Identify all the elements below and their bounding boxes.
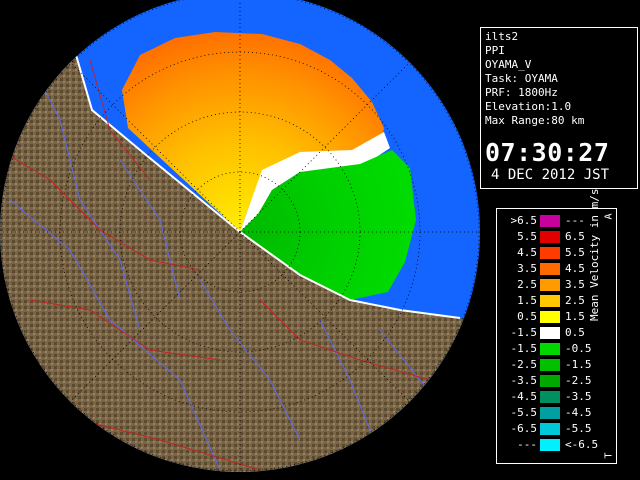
scan-mode: PPI <box>485 44 505 57</box>
legend-swatch <box>540 359 560 371</box>
legend-swatch <box>540 423 560 435</box>
legend-high-value: -2.5 <box>565 374 592 387</box>
legend-high-value: --- <box>565 214 585 227</box>
legend-low-value: -1.5 <box>510 342 538 355</box>
legend-high-value: -1.5 <box>565 358 592 371</box>
legend-low-value: 4.5 <box>517 246 537 259</box>
legend-swatch <box>540 327 560 339</box>
legend-swatch <box>540 279 560 291</box>
legend-high-value: -4.5 <box>565 406 592 419</box>
legend-low-value: -5.5 <box>510 406 538 419</box>
legend-low-value: 0.5 <box>517 310 537 323</box>
legend-high-value: 3.5 <box>565 278 585 291</box>
legend-top-marker: A <box>603 213 615 220</box>
legend-swatch <box>540 215 560 227</box>
legend-low-value: --- <box>517 438 537 451</box>
legend-low-value: 3.5 <box>517 262 537 275</box>
legend-high-value: 5.5 <box>565 246 585 259</box>
legend-low-value: 5.5 <box>517 230 537 243</box>
legend-high-value: 6.5 <box>565 230 585 243</box>
legend-swatch <box>540 247 560 259</box>
legend-swatch <box>540 391 560 403</box>
legend-swatch <box>540 375 560 387</box>
velocity-legend: >6.5 --- 5.5 6.5 4.5 5.5 3.5 4.5 2.5 3.5 1.5 2.5 0.5… <box>496 189 617 464</box>
legend-bottom-marker: T <box>603 452 615 459</box>
legend-high-value: 1.5 <box>565 310 585 323</box>
legend-high-value: -3.5 <box>565 390 592 403</box>
legend-high-value: 0.5 <box>565 326 585 339</box>
legend-low-value: >6.5 <box>510 214 538 227</box>
legend-high-value: -5.5 <box>565 422 592 435</box>
legend-swatch <box>540 231 560 243</box>
legend-high-value: 4.5 <box>565 262 585 275</box>
legend-low-value: -2.5 <box>510 358 538 371</box>
legend-low-value: -6.5 <box>510 422 538 435</box>
legend-low-value: -4.5 <box>510 390 538 403</box>
legend-low-value: 2.5 <box>517 278 537 291</box>
legend-low-value: -1.5 <box>510 326 538 339</box>
legend-swatch <box>540 295 560 307</box>
legend-low-value: -3.5 <box>510 374 538 387</box>
product-name: OYAMA_V <box>485 58 532 71</box>
scan-info-panel: ilts2 PPI OYAMA_V Task: OYAMA PRF: 1800H… <box>480 27 638 189</box>
radar-id: ilts2 <box>485 30 519 43</box>
legend-swatch <box>540 263 560 275</box>
legend-low-value: 1.5 <box>517 294 537 307</box>
legend-swatch <box>540 407 560 419</box>
legend-high-value: 2.5 <box>565 294 585 307</box>
elevation-value: Elevation:1.0 <box>485 100 572 113</box>
task-name: Task: OYAMA <box>485 72 558 85</box>
max-range-value: Max Range:80 km <box>485 114 585 127</box>
legend-swatch <box>540 343 560 355</box>
prf-value: PRF: 1800Hz <box>485 86 558 99</box>
legend-title: Mean Velocity in m/s <box>588 188 601 321</box>
legend-swatch <box>540 311 560 323</box>
legend-high-value: -0.5 <box>565 342 592 355</box>
legend-swatch <box>540 439 560 451</box>
legend-high-value: <-6.5 <box>565 438 599 451</box>
